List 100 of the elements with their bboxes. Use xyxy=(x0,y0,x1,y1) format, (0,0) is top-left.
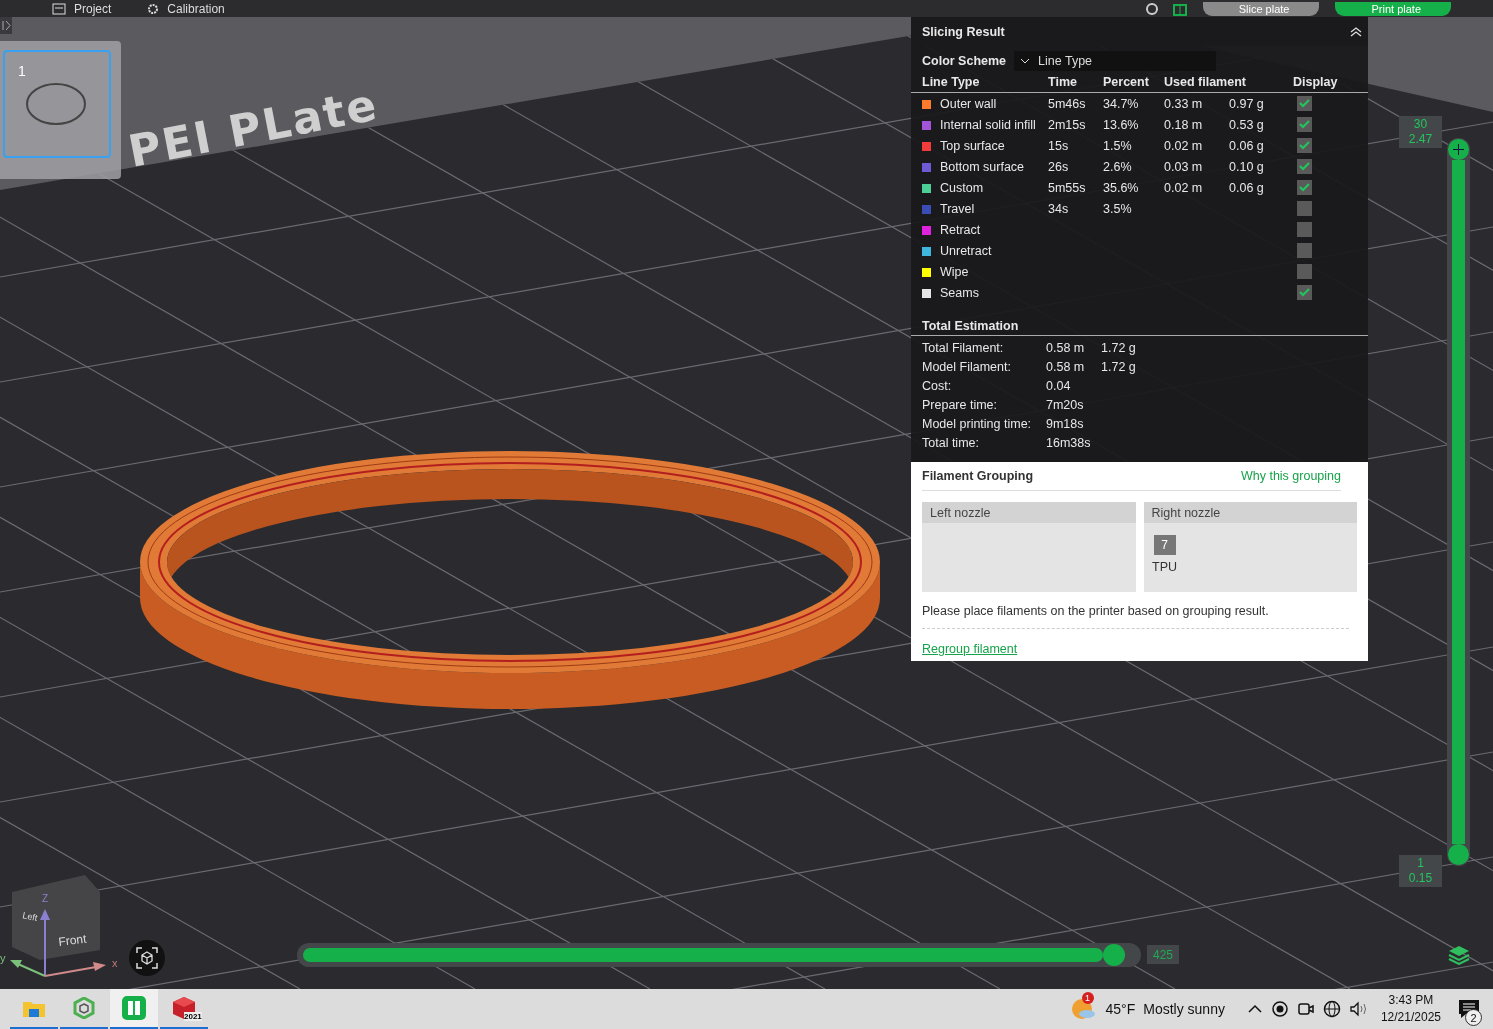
line-type-name: Outer wall xyxy=(911,92,1048,114)
color-scheme-dropdown[interactable]: Line Type xyxy=(1014,51,1217,71)
filament-chip[interactable]: 7 xyxy=(1153,535,1176,555)
plate-number: 1 xyxy=(18,63,26,79)
layer-label: 30 2.47 xyxy=(1399,116,1442,148)
temperature: 45°F xyxy=(1105,1001,1136,1017)
display-checkbox[interactable] xyxy=(1297,264,1312,280)
display-checkbox[interactable] xyxy=(1297,222,1312,238)
table-cell: 0.06 g xyxy=(1229,138,1264,153)
line-type-name: Custom xyxy=(911,177,1048,198)
line-type-name: Internal solid infill xyxy=(911,114,1048,135)
display-checkbox[interactable] xyxy=(1297,96,1312,112)
table-cell: 3.5% xyxy=(1103,201,1132,216)
display-checkbox[interactable] xyxy=(1297,138,1312,154)
display-checkbox[interactable] xyxy=(1297,243,1312,259)
estimate-label: Cost: xyxy=(922,378,953,393)
taskbar-app[interactable]: 2021 xyxy=(160,989,208,1029)
line-type-name: Bottom surface xyxy=(911,156,1048,177)
ring-thumbnail-icon xyxy=(25,82,87,126)
camera-icon[interactable] xyxy=(1296,1000,1315,1018)
taskbar-app[interactable] xyxy=(110,989,158,1029)
estimate-value: 1.72 g xyxy=(1101,340,1137,355)
record-icon[interactable] xyxy=(1270,1000,1289,1018)
axis-label: y xyxy=(0,952,6,964)
menu-tab[interactable]: Project xyxy=(52,1,112,16)
line-type-name: Retract xyxy=(911,219,1048,240)
hexagon-icon xyxy=(73,997,95,1019)
estimate-value: 0.04 xyxy=(1046,378,1072,393)
estimate-value: 16m38s xyxy=(1046,435,1092,450)
estimate-value: 1.72 g xyxy=(1101,359,1137,374)
cube-face-label: Left xyxy=(21,910,39,924)
display-checkbox[interactable] xyxy=(1297,159,1312,175)
table-cell: 5m46s xyxy=(1048,96,1086,111)
move-slider[interactable] xyxy=(297,943,1141,967)
cube-face-label: Front xyxy=(57,931,88,949)
estimate-label: Total time: xyxy=(922,435,980,450)
column-header: Line Type xyxy=(911,73,1048,93)
table-cell: 34s xyxy=(1048,201,1069,216)
table-cell: 34.7% xyxy=(1103,96,1139,111)
plate-thumbnail[interactable]: 1 xyxy=(3,50,111,158)
slider-thumb[interactable] xyxy=(1448,139,1469,160)
list-icon xyxy=(52,2,66,15)
why-grouping-link[interactable]: Why this grouping xyxy=(1240,469,1341,483)
weather-text: Mostly sunny xyxy=(1143,1001,1225,1017)
table-cell: 1.5% xyxy=(1103,138,1132,153)
line-type-name: Top surface xyxy=(911,135,1048,156)
layers-icon[interactable] xyxy=(1448,945,1470,965)
table-cell: 0.10 g xyxy=(1229,159,1264,174)
layer-slider[interactable] xyxy=(1447,138,1470,866)
color-scheme-label: Color Scheme xyxy=(922,54,1007,68)
table-cell: 0.06 g xyxy=(1229,180,1264,195)
estimate-value: 0.58 m xyxy=(1046,340,1086,355)
nozzle-label: Left nozzle xyxy=(930,505,991,520)
nozzle-label: Right nozzle xyxy=(1151,505,1221,520)
table-cell: 0.18 m xyxy=(1164,117,1203,132)
display-checkbox[interactable] xyxy=(1297,180,1312,196)
print-button[interactable]: Print plate xyxy=(1335,1,1451,16)
settings-icon[interactable] xyxy=(1144,1,1159,16)
display-checkbox[interactable] xyxy=(1297,201,1312,217)
slider-thumb[interactable] xyxy=(1448,844,1469,865)
column-header: Time xyxy=(1048,73,1103,93)
estimate-value: 0.58 m xyxy=(1046,359,1086,374)
clock-date: 12/21/2025 xyxy=(1380,1009,1441,1026)
regroup-link[interactable]: Regroup filament xyxy=(922,629,1018,661)
table-cell: 0.03 m xyxy=(1164,159,1203,174)
app-icon xyxy=(122,996,146,1020)
table-cell: 2m15s xyxy=(1048,117,1086,132)
display-checkbox[interactable] xyxy=(1297,117,1312,133)
bed-label: PEI PLate xyxy=(124,78,383,177)
view-cube[interactable] xyxy=(12,875,100,960)
estimate-value: 9m18s xyxy=(1046,416,1085,431)
table-cell: 2.6% xyxy=(1103,159,1132,174)
slice-button[interactable]: Slice plate xyxy=(1202,1,1320,16)
z-axis-arrow xyxy=(40,909,50,977)
estimate-label: Prepare time: xyxy=(922,397,999,412)
estimate-label: Model printing time: xyxy=(922,416,1033,431)
globe-icon[interactable] xyxy=(1322,1000,1341,1018)
estimate-label: Model Filament: xyxy=(922,359,1012,374)
collapse-icon[interactable] xyxy=(1350,26,1362,37)
line-type-name: Seams xyxy=(911,282,1048,303)
chevron-icon xyxy=(1020,58,1031,64)
estimate-value: 7m20s xyxy=(1046,397,1085,412)
section-title: Filament Grouping xyxy=(922,469,1034,483)
sidebar-toggle-icon[interactable] xyxy=(0,17,12,34)
slider-thumb[interactable] xyxy=(1102,944,1125,966)
table-cell: 0.33 m xyxy=(1164,96,1203,111)
cube-icon xyxy=(136,947,158,969)
axis-label: x xyxy=(112,957,118,969)
table-cell: 0.53 g xyxy=(1229,117,1264,132)
table-cell: 0.02 m xyxy=(1164,180,1203,195)
menu-tab[interactable]: Calibration xyxy=(147,1,225,16)
table-cell: 35.6% xyxy=(1103,180,1139,195)
filament-name: TPU xyxy=(1152,560,1177,574)
table-cell: 5m55s xyxy=(1048,180,1086,195)
layer-label: 1 0.15 xyxy=(1399,855,1442,887)
speaker-icon[interactable] xyxy=(1348,1000,1369,1018)
notification-badge: 1 xyxy=(1081,992,1094,1004)
grid-icon[interactable] xyxy=(1172,1,1187,16)
column-header: Display xyxy=(1293,73,1368,93)
display-checkbox[interactable] xyxy=(1297,285,1312,301)
